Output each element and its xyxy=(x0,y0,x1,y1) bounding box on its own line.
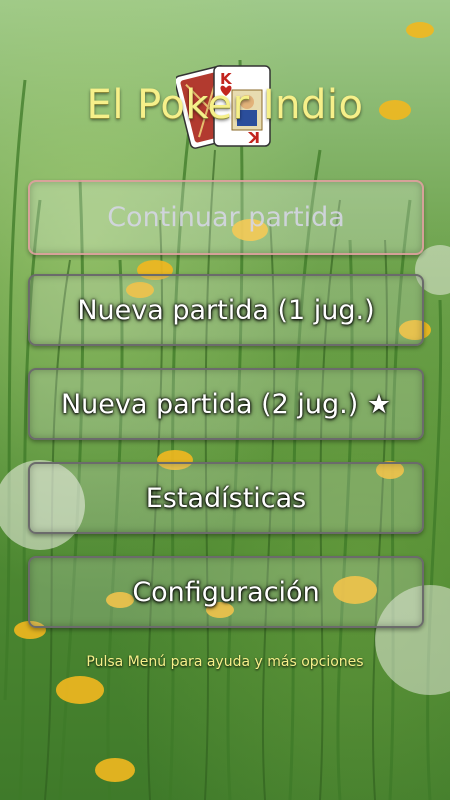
app-title: El Poker Indio xyxy=(86,82,364,128)
new-game-2-player-button[interactable]: Nueva partida (2 jug.) ★ xyxy=(28,368,424,440)
new-game-1-player-button[interactable]: Nueva partida (1 jug.) xyxy=(28,274,424,346)
settings-button[interactable]: Configuración xyxy=(28,556,424,628)
header: K K El Poker Indio xyxy=(0,28,450,149)
statistics-button[interactable]: Estadísticas xyxy=(28,462,424,534)
card-rank-bottom: K xyxy=(247,128,260,146)
menu-hint-text: Pulsa Menú para ayuda y más opciones xyxy=(86,654,364,670)
continue-game-button[interactable]: Continuar partida xyxy=(28,180,424,255)
